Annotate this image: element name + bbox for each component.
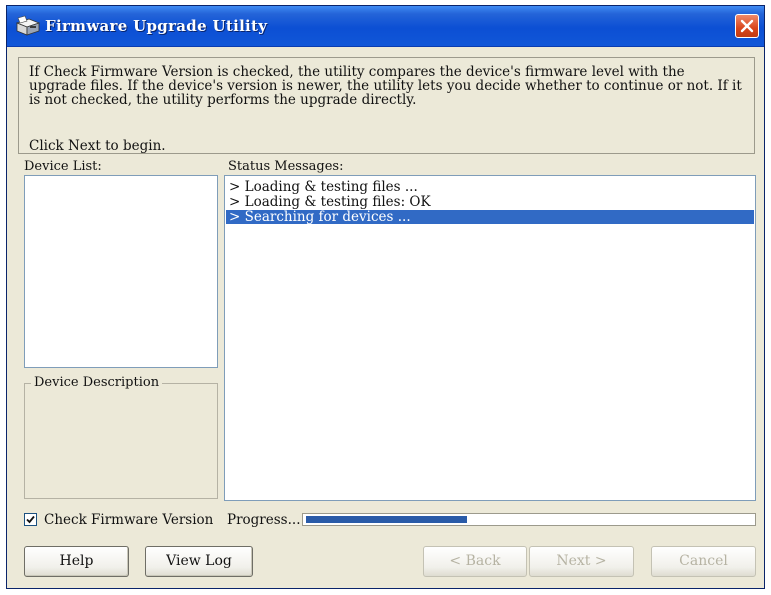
status-message-selected[interactable]: > Searching for devices ... — [226, 210, 754, 224]
progress-label: Progress... — [227, 512, 301, 528]
status-messages-label: Status Messages: — [228, 159, 344, 174]
help-button[interactable]: Help — [24, 546, 129, 577]
back-button[interactable]: < Back — [423, 546, 527, 577]
device-description-group: Device Description — [24, 375, 218, 499]
device-description-label: Device Description — [31, 375, 163, 390]
status-message[interactable]: > Loading & testing files ... — [226, 180, 754, 194]
instructions-text: If Check Firmware Version is checked, th… — [29, 64, 742, 108]
progress-bar-fill — [306, 516, 467, 523]
progress-bar — [302, 513, 756, 526]
window-title: Firmware Upgrade Utility — [45, 17, 268, 35]
cancel-button[interactable]: Cancel — [651, 546, 756, 577]
close-button[interactable] — [735, 14, 759, 38]
software-box-icon — [15, 15, 41, 37]
firmware-upgrade-window: Firmware Upgrade Utility If Check Firmwa… — [6, 5, 765, 589]
check-firmware-checkbox[interactable] — [24, 513, 37, 526]
instructions-panel: If Check Firmware Version is checked, th… — [18, 57, 755, 154]
view-log-button[interactable]: View Log — [145, 546, 253, 577]
device-list-label: Device List: — [24, 159, 102, 174]
status-messages-list[interactable]: > Loading & testing files ... > Loading … — [224, 175, 756, 501]
device-list[interactable] — [24, 175, 218, 368]
begin-hint: Click Next to begin. — [29, 138, 166, 154]
next-button[interactable]: Next > — [529, 546, 634, 577]
title-bar[interactable]: Firmware Upgrade Utility — [7, 6, 764, 47]
status-message[interactable]: > Loading & testing files: OK — [226, 195, 754, 209]
check-firmware-label[interactable]: Check Firmware Version — [44, 512, 213, 528]
